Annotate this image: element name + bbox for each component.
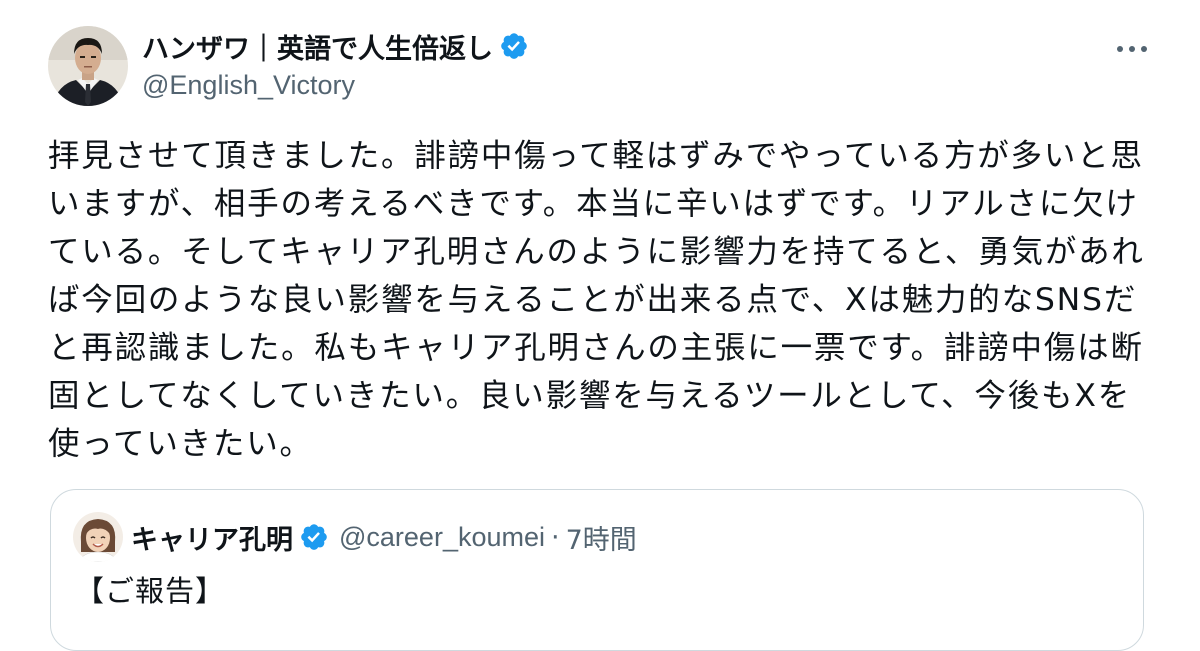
quoted-author-avatar[interactable] bbox=[73, 512, 123, 562]
author-avatar[interactable] bbox=[48, 26, 128, 106]
avatar-illustrated-person-icon bbox=[73, 512, 123, 562]
quoted-author-handle[interactable]: @career_koumei bbox=[339, 522, 545, 553]
author-info[interactable]: ハンザワ｜英語で人生倍返し @English_Victory bbox=[142, 26, 529, 101]
more-dots-icon bbox=[1117, 46, 1147, 52]
more-options-button[interactable] bbox=[1112, 34, 1152, 64]
quoted-tweet-text: 【ご報告】 bbox=[75, 574, 226, 608]
quoted-timestamp[interactable]: 7時間 bbox=[566, 518, 637, 557]
avatar-man-in-suit-icon bbox=[48, 26, 128, 106]
quoted-verified-badge-icon bbox=[299, 522, 329, 552]
quoted-tweet-card[interactable]: キャリア孔明 @career_koumei · 7時間 【ご報告】 bbox=[50, 489, 1144, 651]
tweet-text: 拝見させて頂きました。誹謗中傷って軽はずみでやっている方が多いと思 いますが、相… bbox=[48, 138, 1145, 462]
author-display-name[interactable]: ハンザワ｜英語で人生倍返し bbox=[142, 27, 493, 66]
quoted-separator: · bbox=[551, 521, 560, 553]
author-handle[interactable]: @English_Victory bbox=[142, 70, 529, 101]
tweet[interactable]: ハンザワ｜英語で人生倍返し @English_Victory 拝見させて頂きまし… bbox=[0, 0, 1200, 651]
quoted-author-display-name[interactable]: キャリア孔明 bbox=[131, 518, 293, 557]
verified-badge-icon bbox=[499, 31, 529, 61]
